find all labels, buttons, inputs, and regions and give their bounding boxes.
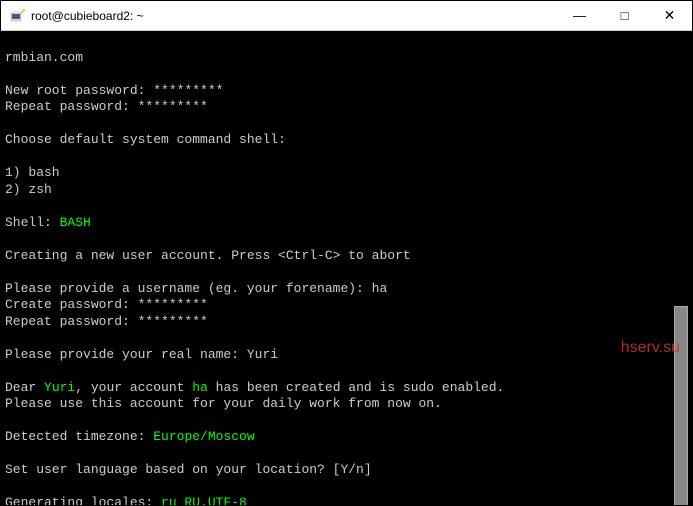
realname-echo: Yuri xyxy=(44,380,75,395)
terminal-viewport[interactable]: rmbian.com New root password: ********* … xyxy=(1,31,692,505)
shell-selected: BASH xyxy=(60,215,91,230)
menu-option: 2) zsh xyxy=(5,182,52,197)
prompt-label: New root password: xyxy=(5,83,153,98)
terminal-content: rmbian.com New root password: ********* … xyxy=(5,50,688,506)
prompt-label: Detected timezone: xyxy=(5,429,153,444)
masked-password: ********* xyxy=(138,99,208,114)
prompt-label: Please provide your real name: xyxy=(5,347,247,362)
prompt-label: Shell: xyxy=(5,215,60,230)
text-line: Dear xyxy=(5,380,44,395)
username-echo: ha xyxy=(192,380,208,395)
username-input: ha xyxy=(372,281,388,296)
window-title: root@cubieboard2: ~ xyxy=(31,9,557,23)
text-line: , your account xyxy=(75,380,192,395)
masked-password: ********* xyxy=(153,83,223,98)
prompt-label: Create password: xyxy=(5,297,138,312)
text-line: Choose default system command shell: xyxy=(5,132,286,147)
scrollbar-thumb[interactable] xyxy=(674,306,688,505)
maximize-button[interactable]: □ xyxy=(602,1,647,30)
text-line: Creating a new user account. Press <Ctrl… xyxy=(5,248,411,263)
masked-password: ********* xyxy=(138,297,208,312)
minimize-button[interactable]: — xyxy=(557,1,602,30)
text-line: Set user language based on your location… xyxy=(5,462,372,477)
prompt-label: Repeat password: xyxy=(5,99,138,114)
text-line: rmbian.com xyxy=(5,50,83,65)
putty-icon xyxy=(9,8,25,24)
prompt-label: Please provide a username (eg. your fore… xyxy=(5,281,372,296)
window-titlebar: root@cubieboard2: ~ — □ ✕ xyxy=(1,1,692,31)
text-line: has been created and is sudo enabled. xyxy=(208,380,504,395)
locale-value: ru_RU.UTF-8 xyxy=(161,495,247,505)
prompt-label: Repeat password: xyxy=(5,314,138,329)
prompt-label: Generating locales: xyxy=(5,495,161,505)
masked-password: ********* xyxy=(138,314,208,329)
text-line: Please use this account for your daily w… xyxy=(5,396,442,411)
close-button[interactable]: ✕ xyxy=(647,1,692,30)
timezone-value: Europe/Moscow xyxy=(153,429,254,444)
menu-option: 1) bash xyxy=(5,165,60,180)
window-controls: — □ ✕ xyxy=(557,1,692,30)
realname-input: Yuri xyxy=(247,347,278,362)
